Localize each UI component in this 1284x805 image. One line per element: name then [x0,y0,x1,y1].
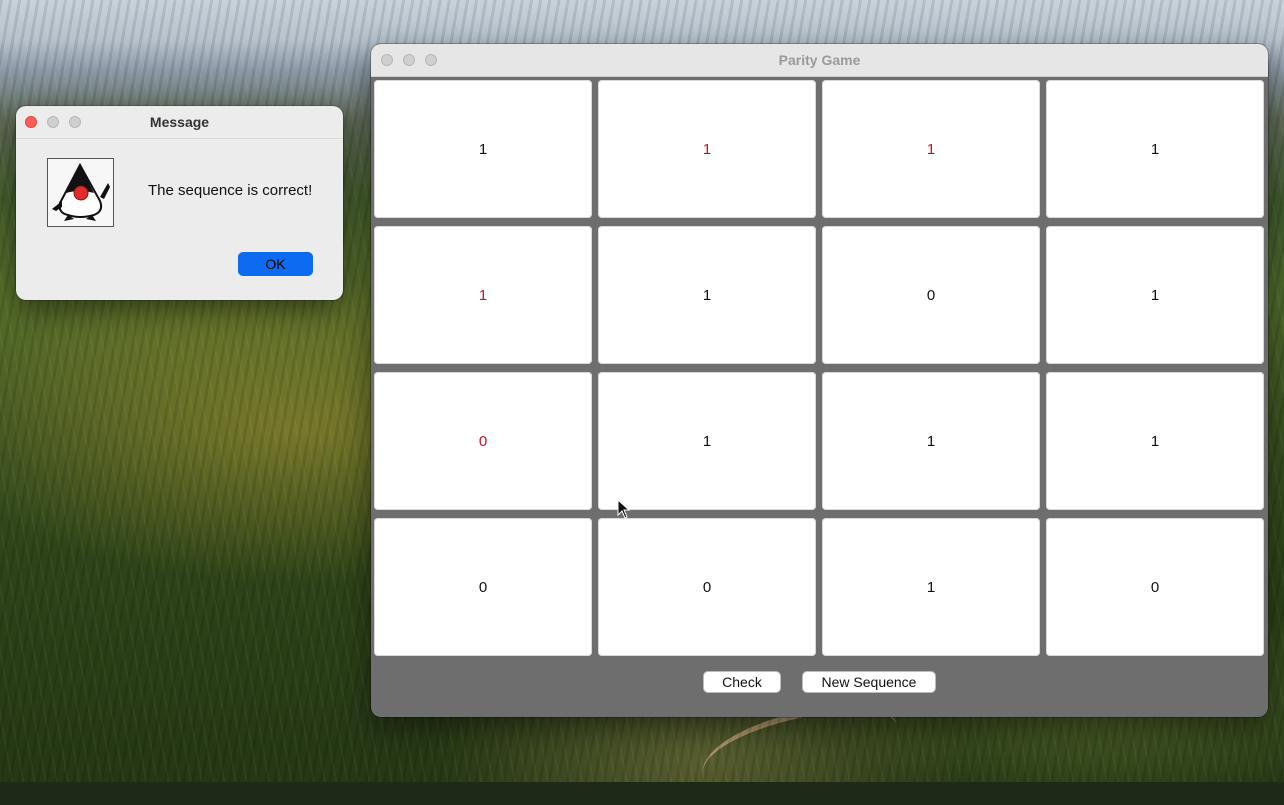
mouse-pointer-icon [617,499,631,519]
grid-cell[interactable]: 1 [1046,226,1264,364]
grid-cell[interactable]: 1 [374,226,592,364]
dialog-title: Message [149,114,210,130]
dialog-titlebar[interactable]: Message [16,106,343,139]
grid-cell[interactable]: 1 [598,80,816,218]
grid-cell[interactable]: 1 [1046,372,1264,510]
grid-cell[interactable]: 1 [822,372,1040,510]
grid-cell[interactable]: 0 [598,518,816,656]
message-dialog: Message The sequence is correct! OK [16,106,343,300]
grid-cell[interactable]: 1 [598,226,816,364]
check-button[interactable]: Check [703,671,781,693]
java-duke-icon [47,158,114,227]
grid-cell[interactable]: 0 [1046,518,1264,656]
parity-grid: 1 1 1 1 1 1 0 1 0 1 1 1 0 0 1 0 [374,80,1265,657]
grid-cell[interactable]: 0 [822,226,1040,364]
grid-cell[interactable]: 1 [598,372,816,510]
grid-cell[interactable]: 0 [374,372,592,510]
grid-cell[interactable]: 1 [822,80,1040,218]
grid-cell[interactable]: 1 [1046,80,1264,218]
window-title: Parity Game [778,52,861,68]
parity-game-window: Parity Game 1 1 1 1 1 1 0 1 0 1 1 1 0 0 … [371,44,1268,717]
grid-cell[interactable]: 0 [374,518,592,656]
grid-cell[interactable]: 1 [822,518,1040,656]
dialog-message: The sequence is correct! [148,182,313,199]
grid-cell[interactable]: 1 [374,80,592,218]
window-titlebar[interactable]: Parity Game [371,44,1268,77]
ok-button[interactable]: OK [238,252,313,276]
new-sequence-button[interactable]: New Sequence [802,671,936,693]
